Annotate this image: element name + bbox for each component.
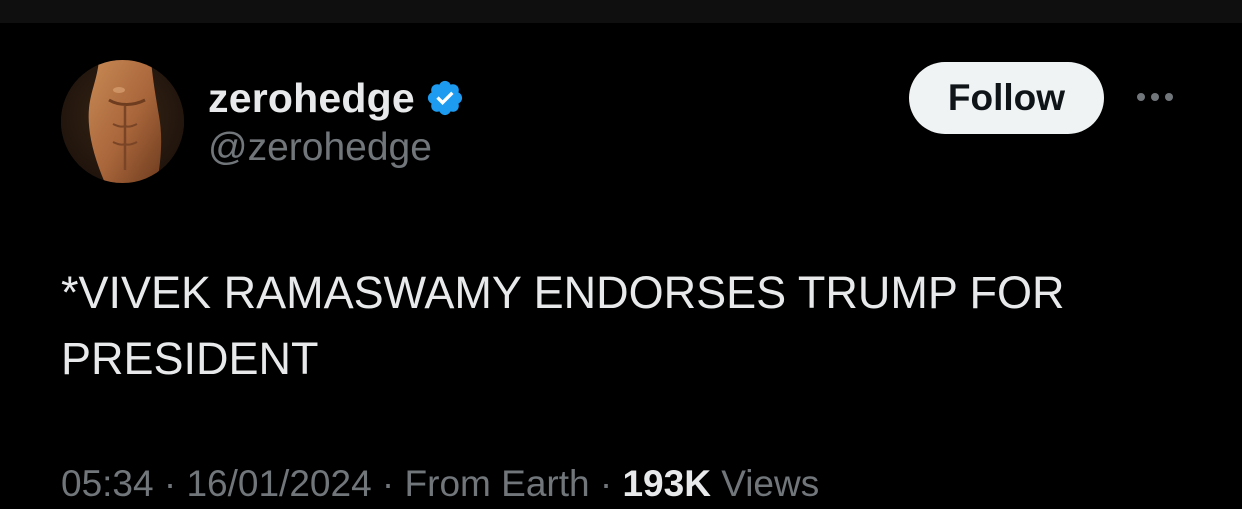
author-display-name[interactable]: zerohedge [208, 73, 415, 123]
author-handle[interactable]: @zerohedge [208, 123, 432, 173]
more-horizontal-icon [1137, 93, 1145, 101]
tweet-views-label: Views [710, 463, 820, 504]
top-status-bar [0, 0, 1242, 23]
more-options-button[interactable] [1128, 77, 1182, 117]
avatar-image [61, 60, 184, 183]
verified-badge-icon [427, 80, 462, 116]
tweet-source: · From Earth · [371, 463, 623, 504]
tweet-timestamp[interactable]: 05:34 · 16/01/2024 [61, 463, 372, 504]
more-horizontal-icon-dot [1151, 93, 1159, 101]
tweet-meta: 05:34 · 16/01/2024 · From Earth · 193K V… [61, 459, 1161, 509]
tweet-view-count: 193K [622, 463, 711, 504]
more-horizontal-icon-dot [1165, 93, 1173, 101]
follow-button[interactable]: Follow [909, 62, 1104, 134]
avatar[interactable] [61, 60, 184, 183]
author-name-row[interactable]: zerohedge [208, 73, 465, 123]
tweet-text: *VIVEK RAMASWAMY ENDORSES TRUMP FOR PRES… [61, 267, 1065, 384]
tweet-card: zerohedge @zerohedge Follow *VIVEK RAMAS… [0, 23, 1242, 504]
